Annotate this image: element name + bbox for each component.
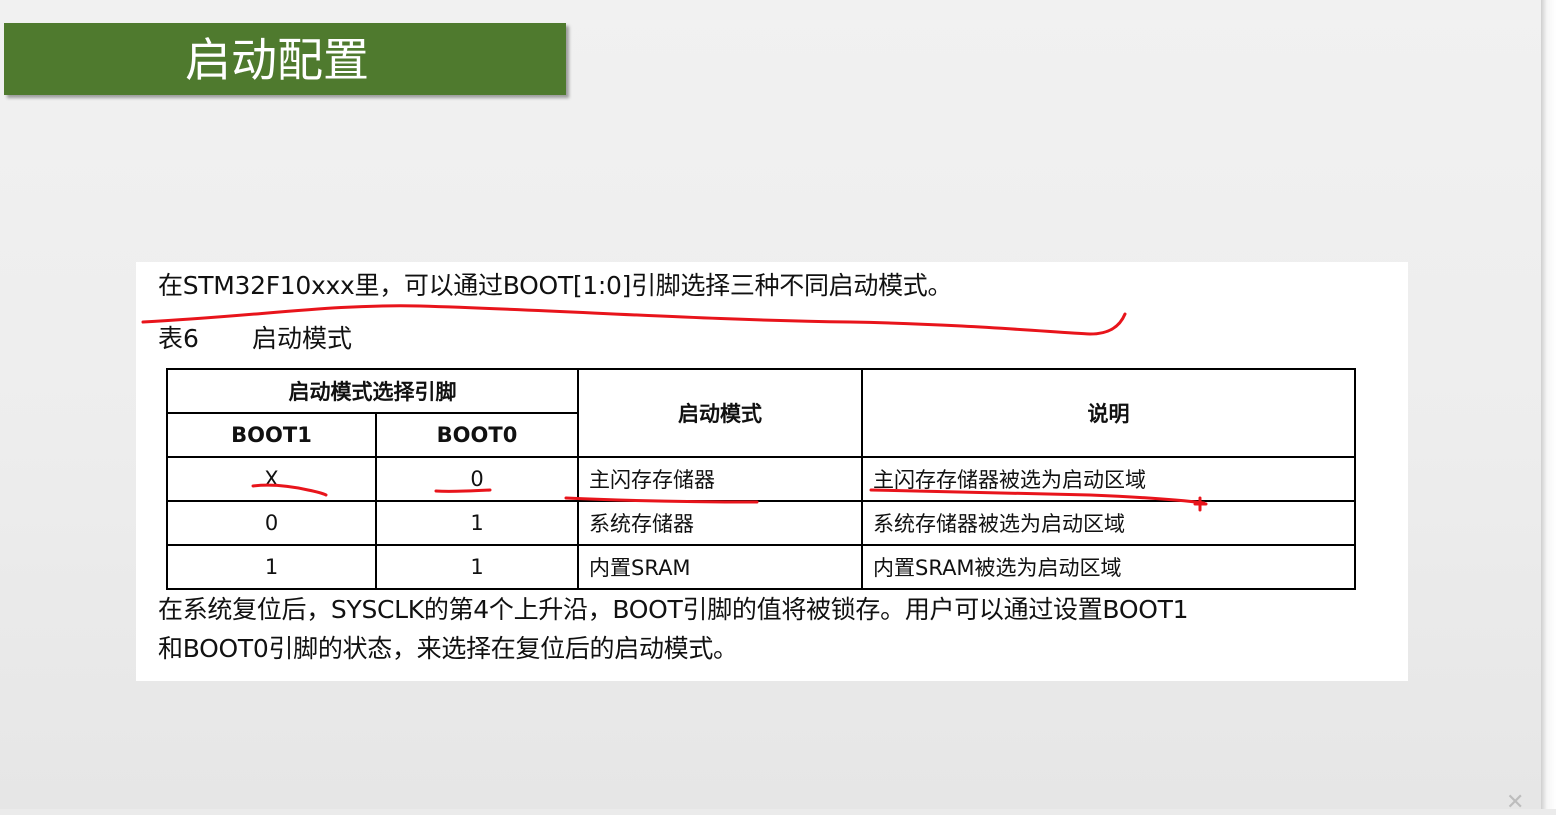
slide-title-bar: 启动配置 bbox=[4, 23, 566, 95]
header-description: 说明 bbox=[861, 368, 1356, 458]
window-edge bbox=[1541, 0, 1556, 809]
cell-mode: 系统存储器 bbox=[577, 500, 863, 546]
table-row: 0 1 系统存储器 系统存储器被选为启动区域 bbox=[166, 500, 1356, 546]
table-header-row: 启动模式选择引脚 启动模式 说明 bbox=[166, 368, 1356, 458]
cell-boot0: 1 bbox=[375, 544, 579, 590]
corner-arrow-icon: ✕ bbox=[1506, 790, 1525, 815]
intro-text: 在STM32F10xxx里，可以通过BOOT[1:0]引脚选择三种不同启动模式。 bbox=[158, 271, 953, 300]
cell-boot0: 1 bbox=[375, 500, 579, 546]
cell-boot1: 1 bbox=[166, 544, 377, 590]
document-excerpt: 在STM32F10xxx里，可以通过BOOT[1:0]引脚选择三种不同启动模式。… bbox=[136, 262, 1408, 681]
outro-line-2: 和BOOT0引脚的状态，来选择在复位后的启动模式。 bbox=[158, 634, 738, 663]
cell-boot0: 0 bbox=[375, 456, 579, 502]
outro-line-1: 在系统复位后，SYSCLK的第4个上升沿，BOOT引脚的值将被锁存。用户可以通过… bbox=[158, 595, 1189, 624]
header-boot1: BOOT1 bbox=[166, 412, 377, 458]
cell-description: 系统存储器被选为启动区域 bbox=[861, 500, 1356, 546]
header-pin-selection: 启动模式选择引脚 bbox=[166, 368, 579, 414]
table-caption: 表6 启动模式 bbox=[158, 322, 352, 356]
header-boot0: BOOT0 bbox=[375, 412, 579, 458]
cell-boot1: X bbox=[166, 456, 377, 502]
table-row: X 0 主闪存存储器 主闪存存储器被选为启动区域 bbox=[166, 456, 1356, 502]
cell-mode: 主闪存存储器 bbox=[577, 456, 863, 502]
boot-mode-table: 启动模式选择引脚 启动模式 说明 BOOT1 BOOT0 X 0 主闪存存储器 … bbox=[166, 368, 1356, 590]
cell-description: 内置SRAM被选为启动区域 bbox=[861, 544, 1356, 590]
cell-boot1: 0 bbox=[166, 500, 377, 546]
table-caption-title: 启动模式 bbox=[252, 324, 353, 353]
header-boot-mode: 启动模式 bbox=[577, 368, 863, 458]
cell-mode: 内置SRAM bbox=[577, 544, 863, 590]
table-row: 1 1 内置SRAM 内置SRAM被选为启动区域 bbox=[166, 544, 1356, 590]
slide-title: 启动配置 bbox=[185, 33, 369, 87]
cell-description: 主闪存存储器被选为启动区域 bbox=[861, 456, 1356, 502]
outro-text: 在系统复位后，SYSCLK的第4个上升沿，BOOT引脚的值将被锁存。用户可以通过… bbox=[158, 590, 1398, 668]
table-caption-number: 表6 bbox=[158, 324, 199, 353]
